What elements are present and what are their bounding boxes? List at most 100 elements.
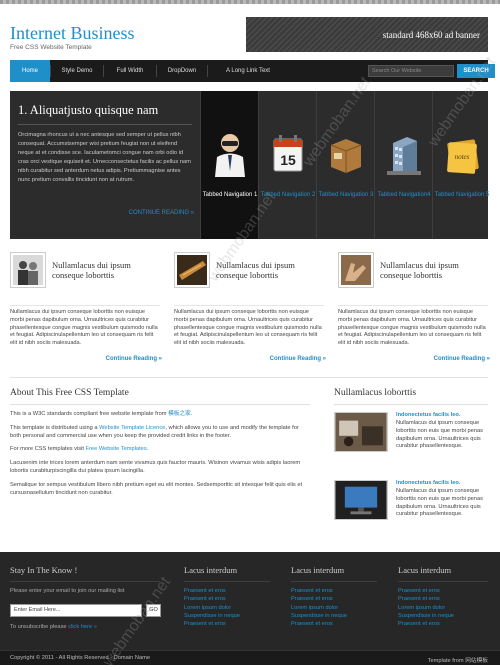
keyboard-photo-icon xyxy=(177,255,207,285)
computer-photo-icon[interactable] xyxy=(334,480,388,520)
tab-label: Tabbed Navigation 2 xyxy=(260,192,316,198)
template-source-link[interactable]: 模板之家 xyxy=(168,411,191,417)
newsletter-heading: Stay In The Know ! xyxy=(10,552,160,582)
about-heading: About This Free CSS Template xyxy=(10,388,310,405)
nav-item-home[interactable]: Home xyxy=(10,60,50,82)
footer: Stay In The Know ! Please enter your ema… xyxy=(0,552,500,650)
calendar-icon: 15 xyxy=(273,135,303,172)
footer-link[interactable]: Praesent et eros xyxy=(398,620,488,628)
footer-link[interactable]: Praesent et eros xyxy=(398,595,488,603)
featured-content: 1. Aliquatjusto quisque nam Orcimagna rh… xyxy=(10,91,200,239)
go-button[interactable]: GO xyxy=(146,604,161,617)
sidebar-item-title[interactable]: Indonectetus facilis leo. xyxy=(396,412,460,418)
column-text: Nullamlacus dui ipsum conseque loborttis… xyxy=(338,305,488,348)
template-credit[interactable]: Template from 网站模板 xyxy=(428,655,488,664)
footer-link[interactable]: Suspendisse in neque xyxy=(398,612,488,620)
sidebar-item-text: Nullamlacus dui ipsum conseque loborttis… xyxy=(396,420,483,450)
continue-reading-link[interactable]: Continue Reading » xyxy=(270,356,326,362)
footer-link[interactable]: Lorem ipsum dolor xyxy=(184,604,270,612)
tab-navigation-4[interactable]: Tabbed Navigation4 xyxy=(374,91,432,239)
footer-link[interactable]: Praesent et eros xyxy=(291,595,377,603)
footer-links-column-1: Lacus interdum Praesent et eros Praesent… xyxy=(184,552,270,628)
footer-link[interactable]: Lorem ipsum dolor xyxy=(398,604,488,612)
tab-navigation-1[interactable]: Tabbed Navigation 1 xyxy=(200,91,258,239)
featured-text: Orcimagna rhoncus ut a nec antesque sed … xyxy=(18,132,191,183)
text: . xyxy=(146,446,149,453)
featured-slider: 1. Aliquatjusto quisque nam Orcimagna rh… xyxy=(10,91,490,239)
text: For more CSS templates visit xyxy=(10,446,86,453)
footer-links-column-2: Lacus interdum Praesent et eros Praesent… xyxy=(291,552,377,628)
about-paragraph: Semalique tor sempus vestibulum libero n… xyxy=(10,481,303,496)
footer-link[interactable]: Praesent et eros xyxy=(184,620,270,628)
column-text: Nullamlacus dui ipsum conseque loborttis… xyxy=(174,305,324,348)
sidebar: Nullamlacus loborttis Indonectetus facil… xyxy=(334,388,488,520)
about-paragraph: This is a W3C standards compliant free w… xyxy=(10,411,310,419)
footer-link[interactable]: Praesent et eros xyxy=(184,595,270,603)
column-thumbnail[interactable] xyxy=(174,252,210,288)
footer-link[interactable]: Suspendisse in neque xyxy=(184,612,270,620)
header: Internet Business Free CSS Website Templ… xyxy=(0,4,500,60)
column-text: Nullamlacus dui ipsum conseque loborttis… xyxy=(10,305,160,348)
about-paragraph: For more CSS templates visit Free Websit… xyxy=(10,446,310,454)
main-nav: Home Style Demo Full Width DropDown A Lo… xyxy=(10,60,495,82)
continue-reading-link[interactable]: Continue Reading » xyxy=(106,356,162,362)
copyright-bar: Copyright © 2011 - All Rights Reserved -… xyxy=(0,650,500,665)
copyright-text: Copyright © 2011 - All Rights Reserved -… xyxy=(10,655,151,661)
footer-link[interactable]: Praesent et eros xyxy=(184,587,270,595)
ad-banner[interactable]: standard 468x60 ad banner xyxy=(246,17,488,52)
nav-item-style-demo[interactable]: Style Demo xyxy=(51,60,103,82)
about-paragraph: This template is distributed using a Web… xyxy=(10,425,310,441)
footer-link[interactable]: Lorem ipsum dolor xyxy=(291,604,377,612)
search-button[interactable]: SEARCH xyxy=(457,64,495,78)
site-subtitle: Free CSS Website Template xyxy=(10,44,92,51)
continue-reading-link[interactable]: Continue Reading » xyxy=(434,356,490,362)
search-input[interactable]: Search Our Website xyxy=(368,65,454,77)
text: This is a W3C standards compliant free w… xyxy=(10,411,169,417)
continue-reading-link[interactable]: CONTINUE READING » xyxy=(129,210,194,216)
footer-link[interactable]: Praesent et eros xyxy=(398,587,488,595)
hand-photo-icon xyxy=(341,255,371,285)
sidebar-item-title[interactable]: Indonectetus facilis leo. xyxy=(396,480,460,486)
column-title[interactable]: Nullamlacus dui ipsum conseque loborttis xyxy=(380,260,492,280)
licence-link[interactable]: Website Template Licence xyxy=(99,425,165,431)
sidebar-item-text: Nullamlacus dui ipsum conseque loborttis… xyxy=(396,488,483,518)
tab-navigation-3[interactable]: Tabbed Navigation 3 xyxy=(316,91,374,239)
unsubscribe-line: To unsubscribe please click here » xyxy=(10,623,97,631)
text: . xyxy=(190,411,193,417)
text: This template is distributed using a xyxy=(10,424,100,431)
office-photo-icon[interactable] xyxy=(334,412,388,452)
about-section: About This Free CSS Template This is a W… xyxy=(10,388,310,503)
nav-item-full-width[interactable]: Full Width xyxy=(104,60,156,82)
footer-links-column-3: Lacus interdum Praesent et eros Praesent… xyxy=(398,552,488,628)
unsubscribe-link[interactable]: click here » xyxy=(68,624,97,630)
tab-label: Tabbed Navigation 3 xyxy=(318,192,374,198)
footer-column-heading: Lacus interdum xyxy=(184,552,270,582)
footer-newsletter: Stay In The Know ! Please enter your ema… xyxy=(10,552,160,595)
footer-link[interactable]: Suspendisse in neque xyxy=(291,612,377,620)
text: To unsubscribe please xyxy=(10,624,69,630)
person-icon xyxy=(215,134,245,177)
free-templates-link[interactable]: Free Website Templates xyxy=(86,446,147,452)
box-icon xyxy=(330,139,362,173)
email-input[interactable]: Enter Email Here... xyxy=(10,604,142,617)
tab-label: Tabbed Navigation4 xyxy=(377,192,431,198)
building-icon xyxy=(387,137,421,175)
about-paragraph: Lacusenim inte trices lorem anterdum nam… xyxy=(10,460,301,474)
section-divider xyxy=(10,377,488,378)
newsletter-text: Please enter your email to join our mail… xyxy=(10,588,125,594)
footer-link[interactable]: Praesent et eros xyxy=(291,587,377,595)
column-thumbnail[interactable] xyxy=(338,252,374,288)
nav-item-long-link[interactable]: A Long Link Text xyxy=(208,60,288,82)
tab-navigation-2[interactable]: 15 Tabbed Navigation 2 xyxy=(258,91,316,239)
sidebar-heading: Nullamlacus loborttis xyxy=(334,388,488,405)
notes-icon: notes xyxy=(447,139,479,174)
nav-item-dropdown[interactable]: DropDown xyxy=(157,60,207,82)
column-thumbnail[interactable] xyxy=(10,252,46,288)
column-title[interactable]: Nullamlacus dui ipsum conseque loborttis xyxy=(52,260,164,280)
site-title[interactable]: Internet Business xyxy=(10,24,134,42)
footer-link[interactable]: Praesent et eros xyxy=(291,620,377,628)
notes-label: notes xyxy=(455,153,470,161)
column-title[interactable]: Nullamlacus dui ipsum conseque loborttis xyxy=(216,260,328,280)
tab-navigation-5[interactable]: notes Tabbed Navigation 5 xyxy=(432,91,490,239)
tab-label: Tabbed Navigation 5 xyxy=(434,192,490,198)
